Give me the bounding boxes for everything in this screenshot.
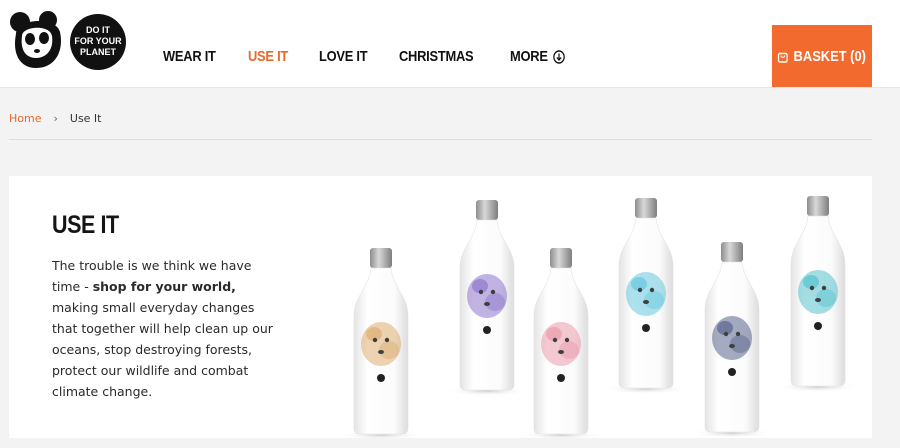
panda-mark-icon bbox=[377, 374, 385, 382]
page-title: USE IT bbox=[52, 211, 119, 239]
divider bbox=[9, 139, 872, 140]
breadcrumb-separator: › bbox=[53, 112, 58, 125]
nav-use-it[interactable]: USE IT bbox=[248, 48, 288, 65]
shopping-bag-icon bbox=[778, 52, 789, 63]
nav-label: CHRISTMAS bbox=[399, 48, 474, 65]
wwf-logo[interactable]: DO IT FOR YOUR PLANET bbox=[6, 6, 126, 72]
badge-line1: DO IT bbox=[86, 25, 111, 35]
nav-label: USE IT bbox=[248, 48, 289, 65]
breadcrumb-home-link[interactable]: Home bbox=[9, 112, 41, 125]
badge-line3: PLANET bbox=[80, 47, 117, 57]
nav-christmas[interactable]: CHRISTMAS bbox=[399, 48, 474, 65]
panda-mark-icon bbox=[642, 324, 650, 332]
basket-button[interactable]: BASKET (0) bbox=[772, 25, 872, 87]
snow-leopard-artwork bbox=[798, 270, 838, 314]
panda-mark-icon bbox=[483, 326, 491, 334]
hero-text-end: making small everyday changes that toget… bbox=[52, 300, 273, 399]
panda-mark-icon bbox=[728, 368, 736, 376]
polar-bear-artwork bbox=[626, 272, 666, 316]
hero-banner: USE IT The trouble is we think we have t… bbox=[9, 176, 872, 438]
hero-description: The trouble is we think we have time - s… bbox=[52, 255, 280, 402]
panda-artwork bbox=[541, 322, 581, 366]
bottle-panda bbox=[520, 248, 602, 438]
hero-text-emphasis: shop for your world, bbox=[92, 279, 236, 294]
nav-love-it[interactable]: LOVE IT bbox=[318, 48, 368, 65]
nav-wear-it[interactable]: WEAR IT bbox=[163, 48, 216, 65]
nav-label: MORE bbox=[509, 48, 548, 65]
panda-mark-icon bbox=[557, 374, 565, 382]
bottle-polar-bear bbox=[605, 198, 687, 394]
tiger-artwork bbox=[361, 322, 401, 366]
panda-icon bbox=[10, 11, 61, 68]
panda-mark-icon bbox=[814, 322, 822, 330]
main-nav: WEAR IT USE IT LOVE IT CHRISTMAS MORE bbox=[163, 48, 597, 65]
breadcrumb-current: Use It bbox=[69, 112, 102, 125]
bottle-snow-leopard bbox=[777, 196, 859, 392]
nav-more[interactable]: MORE bbox=[510, 48, 565, 65]
elephant-artwork bbox=[467, 274, 507, 318]
breadcrumb: Home › Use It bbox=[9, 112, 102, 125]
circle-arrow-down-icon bbox=[552, 49, 565, 64]
bottle-elephant bbox=[446, 200, 528, 396]
badge-line2: FOR YOUR bbox=[74, 36, 122, 46]
nav-label: LOVE IT bbox=[318, 48, 368, 65]
rhino-artwork bbox=[712, 316, 752, 360]
basket-label: BASKET (0) bbox=[793, 47, 867, 65]
site-header: DO IT FOR YOUR PLANET WEAR IT USE IT LOV… bbox=[0, 0, 900, 88]
bottle-rhino bbox=[691, 242, 773, 438]
bottle-tiger bbox=[340, 248, 422, 438]
nav-label: WEAR IT bbox=[163, 48, 216, 65]
